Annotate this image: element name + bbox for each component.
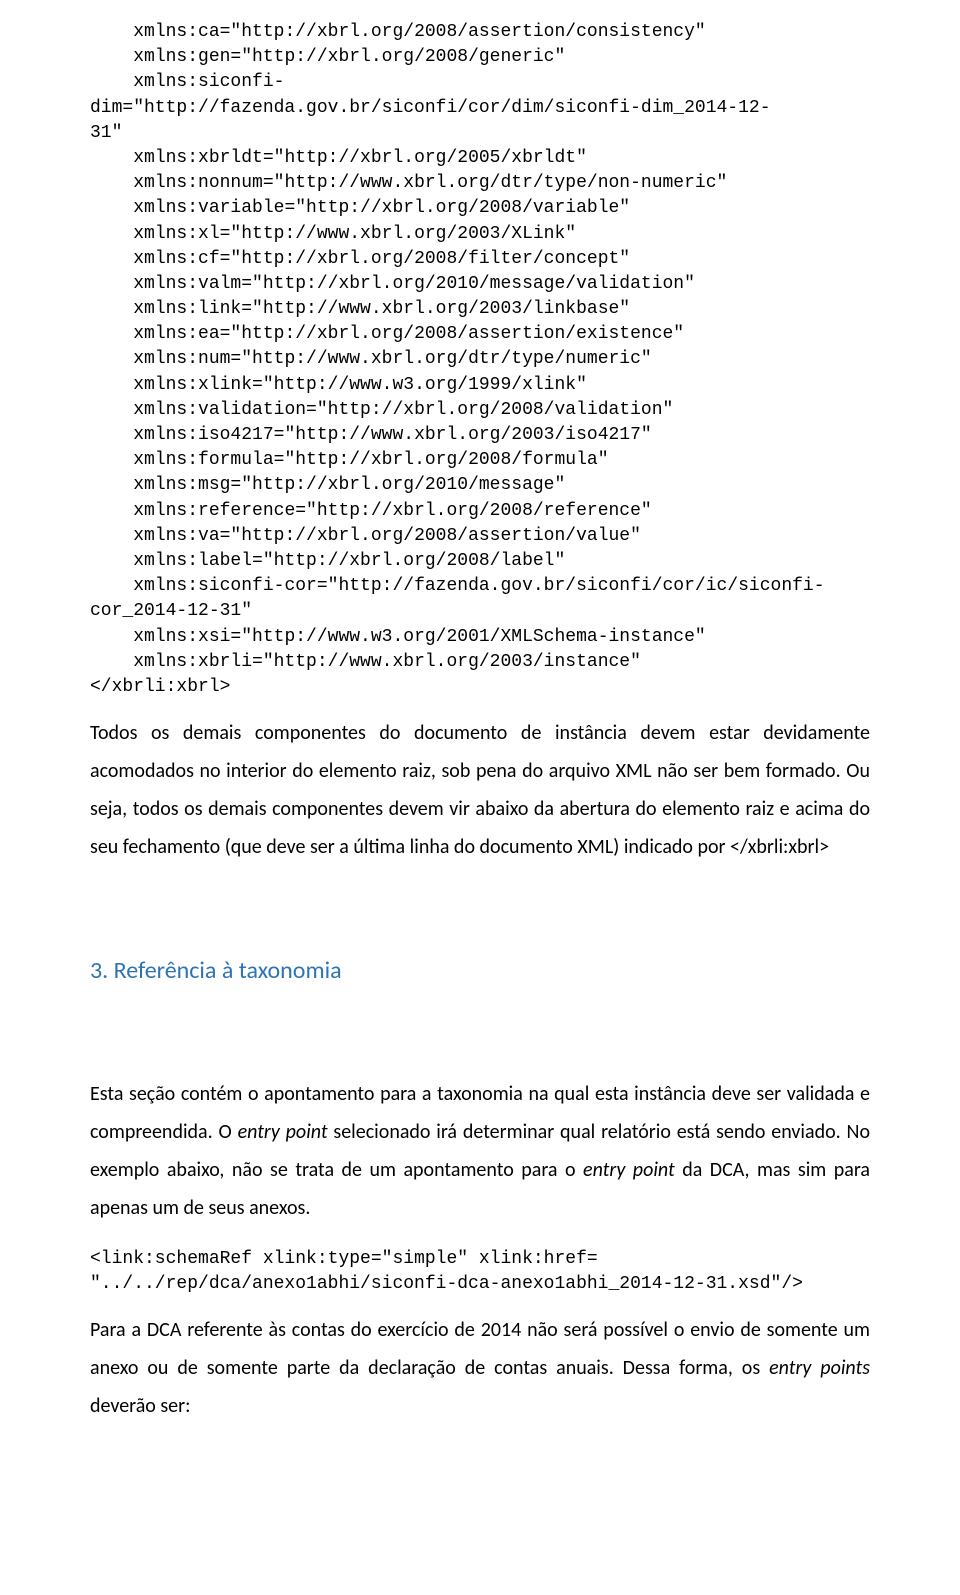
paragraph-taxonomia-intro: Esta seção contém o apontamento para a t… [90,1075,870,1227]
schema-ref-code-block: <link:schemaRef xlink:type="simple" xlin… [90,1247,870,1297]
entry-points-italic: entry points [769,1356,870,1380]
text-span: deverão ser: [90,1394,190,1418]
entry-point-italic: entry point [238,1120,328,1144]
heading-referencia-taxonomia: 3. Referência à taxonomia [90,956,870,985]
entry-point-italic: entry point [583,1158,675,1182]
paragraph-dca-entry-points: Para a DCA referente às contas do exercí… [90,1311,870,1425]
document-page: xmlns:ca="http://xbrl.org/2008/assertion… [0,0,960,1465]
paragraph-elemento-raiz: Todos os demais componentes do documento… [90,714,870,866]
text-span: Para a DCA referente às contas do exercí… [90,1318,870,1380]
xml-namespace-code-block: xmlns:ca="http://xbrl.org/2008/assertion… [90,20,870,700]
